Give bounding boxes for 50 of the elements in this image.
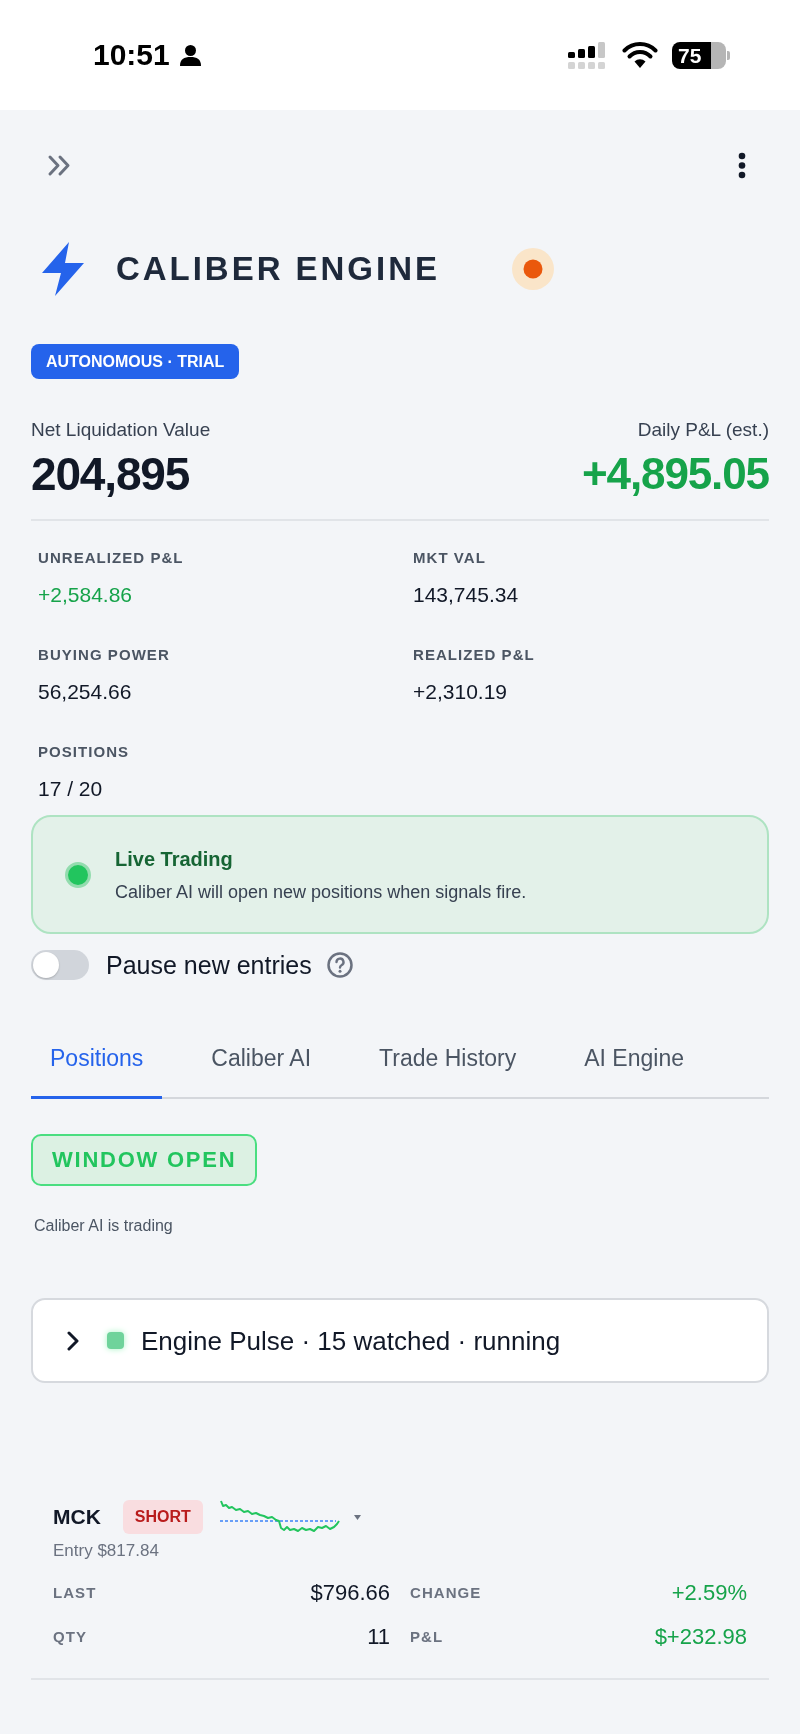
trading-note: Caliber AI is trading — [34, 1216, 174, 1236]
position-field-label: QTY — [53, 1627, 87, 1647]
daily-pnl-value: +4,895.05 — [581, 451, 769, 497]
stat-value: 56,254.66 — [38, 679, 133, 705]
position-entry: Entry $817.84 — [53, 1541, 160, 1561]
stat-label: BUYING POWER — [38, 645, 171, 665]
app-title: CALIBER ENGINE — [116, 249, 440, 289]
position-symbol: MCK — [53, 1504, 101, 1530]
live-status-title: Live Trading — [115, 846, 234, 872]
stat-value: 17 / 20 — [38, 776, 104, 802]
window-status-badge: WINDOW OPEN — [31, 1134, 258, 1186]
position-field-label: CHANGE — [410, 1583, 482, 1603]
live-status-text: Caliber AI will open new positions when signals fire. — [115, 880, 527, 904]
status-square-icon — [107, 1332, 124, 1349]
stat-value: 143,745.34 — [413, 582, 520, 608]
lightning-bolt-icon — [42, 242, 84, 296]
stat-value: +2,584.86 — [38, 582, 133, 608]
tab[interactable]: AI Engine — [565, 1029, 703, 1099]
mode-badge: AUTONOMOUS · TRIAL — [31, 344, 240, 379]
net-liquidation-value: 204,895 — [31, 451, 191, 497]
stat-label: REALIZED P&L — [413, 645, 536, 665]
wifi-icon — [622, 42, 658, 68]
net-liquidation-label: Net Liquidation Value — [31, 418, 211, 442]
position-field-value: +2.59% — [671, 1579, 747, 1607]
stat-label: POSITIONS — [38, 742, 131, 762]
tab[interactable]: Trade History — [360, 1029, 536, 1099]
position-field-value: $+232.98 — [654, 1623, 747, 1651]
stat-label: UNREALIZED P&L — [38, 548, 185, 568]
stat-label: MKT VAL — [413, 548, 487, 568]
signal-icon — [568, 41, 608, 69]
daily-pnl-label: Daily P&L (est.) — [637, 418, 769, 442]
position-field-value: 11 — [367, 1623, 390, 1651]
pause-toggle[interactable] — [31, 950, 89, 980]
position-side-badge: SHORT — [122, 1500, 203, 1534]
more-menu-icon[interactable] — [738, 151, 746, 179]
position-field-label: LAST — [53, 1583, 97, 1603]
battery-indicator: 75 — [672, 41, 730, 69]
position-field-value: $796.66 — [310, 1579, 390, 1607]
status-dot-icon — [511, 248, 554, 290]
stat-value: +2,310.19 — [413, 679, 508, 705]
tab[interactable]: Caliber AI — [192, 1029, 331, 1099]
pause-toggle-label: Pause new entries — [106, 950, 312, 981]
caret-icon[interactable] — [353, 1514, 361, 1520]
double-chevron-icon[interactable] — [47, 153, 72, 177]
tab[interactable]: Positions — [31, 1029, 163, 1099]
help-icon[interactable] — [326, 952, 353, 978]
position-field-label: P&L — [410, 1627, 444, 1647]
engine-pulse-toggle[interactable]: Engine Pulse · 15 watched · running — [31, 1298, 769, 1383]
person-icon — [179, 44, 201, 66]
clock-time: 10:51 — [93, 38, 170, 72]
